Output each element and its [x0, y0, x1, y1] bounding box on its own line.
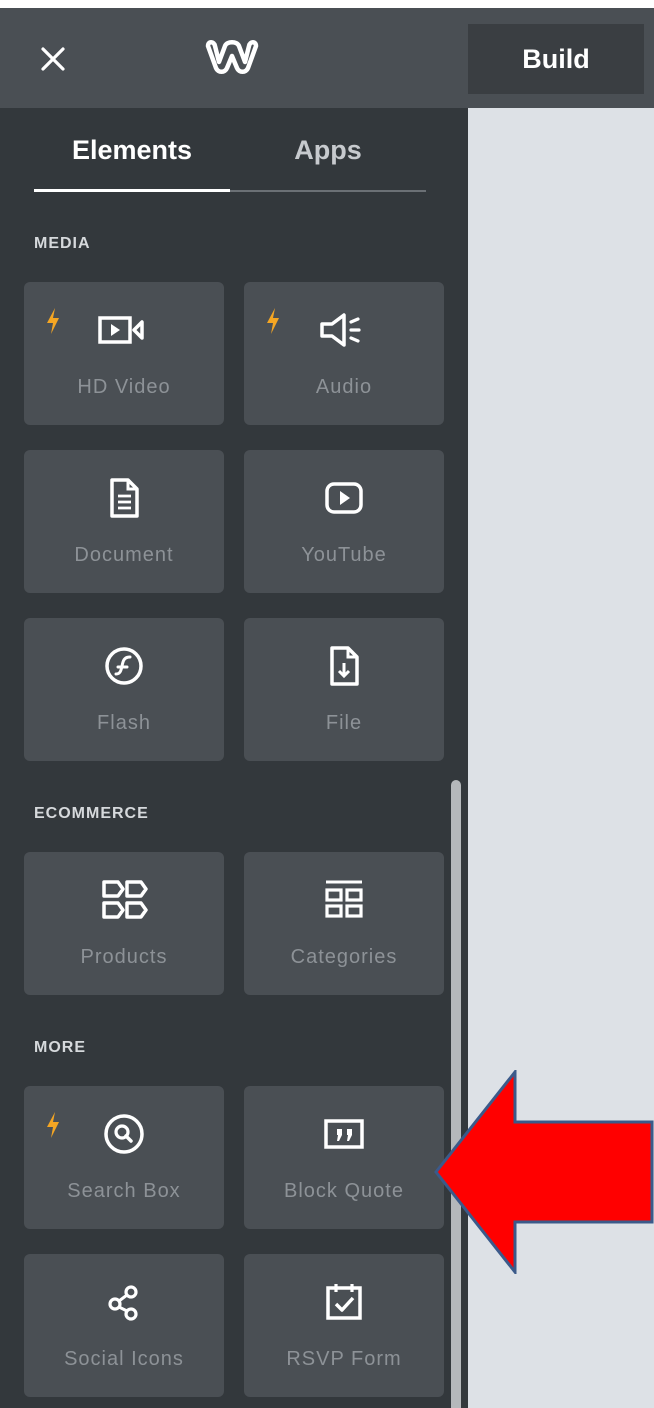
tab-apps[interactable]: Apps	[230, 130, 426, 170]
products-icon	[24, 878, 224, 922]
editor-window: Build Elements Apps MEDIA HD Video Audio…	[0, 8, 654, 1408]
calendar-check-icon	[244, 1280, 444, 1324]
elements-sidebar: Elements Apps MEDIA HD Video Audio Docum…	[0, 108, 468, 1408]
document-icon	[24, 476, 224, 520]
section-title-media: MEDIA	[34, 235, 91, 252]
tile-label: File	[325, 712, 363, 734]
section-title-ecommerce: ECOMMERCE	[34, 805, 149, 822]
video-camera-icon	[24, 308, 224, 352]
element-tile-file[interactable]: File	[244, 618, 444, 761]
weebly-logo-icon	[205, 40, 259, 74]
weebly-logo[interactable]	[200, 34, 264, 78]
sidebar-tabs: Elements Apps	[34, 108, 426, 192]
tile-label: Social Icons	[64, 1348, 184, 1370]
tile-label: HD Video	[77, 376, 171, 398]
element-tile-block-quote[interactable]: Block Quote	[244, 1086, 444, 1229]
youtube-play-icon	[244, 476, 444, 520]
tile-label: Audio	[315, 376, 373, 398]
speaker-icon	[244, 308, 444, 352]
share-icon	[24, 1280, 224, 1324]
section-title-more: MORE	[34, 1039, 86, 1056]
close-icon	[41, 47, 65, 71]
tab-elements[interactable]: Elements	[34, 130, 230, 170]
element-tile-hd-video[interactable]: HD Video	[24, 282, 224, 425]
tile-label: Flash	[97, 712, 151, 734]
flash-icon	[24, 644, 224, 688]
element-tile-document[interactable]: Document	[24, 450, 224, 593]
active-tab-indicator	[34, 189, 230, 192]
top-bar: Build	[0, 8, 654, 108]
tile-label: Categories	[290, 946, 398, 968]
search-icon	[24, 1112, 224, 1156]
close-button[interactable]	[30, 36, 76, 82]
tile-label: Search Box	[67, 1180, 181, 1202]
tile-label: YouTube	[301, 544, 387, 566]
element-tile-audio[interactable]: Audio	[244, 282, 444, 425]
tile-label: Block Quote	[284, 1180, 404, 1202]
element-tile-social-icons[interactable]: Social Icons	[24, 1254, 224, 1397]
tile-label: RSVP Form	[286, 1348, 402, 1370]
element-tile-rsvp-form[interactable]: RSVP Form	[244, 1254, 444, 1397]
element-tile-products[interactable]: Products	[24, 852, 224, 995]
element-tile-youtube[interactable]: YouTube	[244, 450, 444, 593]
element-tile-categories[interactable]: Categories	[244, 852, 444, 995]
file-download-icon	[244, 644, 444, 688]
quote-icon	[244, 1112, 444, 1156]
categories-icon	[244, 878, 444, 922]
tile-label: Document	[74, 544, 174, 566]
tile-label: Products	[80, 946, 168, 968]
build-tab[interactable]: Build	[468, 24, 644, 94]
annotation-arrow-icon	[434, 1070, 654, 1274]
element-tile-flash[interactable]: Flash	[24, 618, 224, 761]
element-tile-search-box[interactable]: Search Box	[24, 1086, 224, 1229]
